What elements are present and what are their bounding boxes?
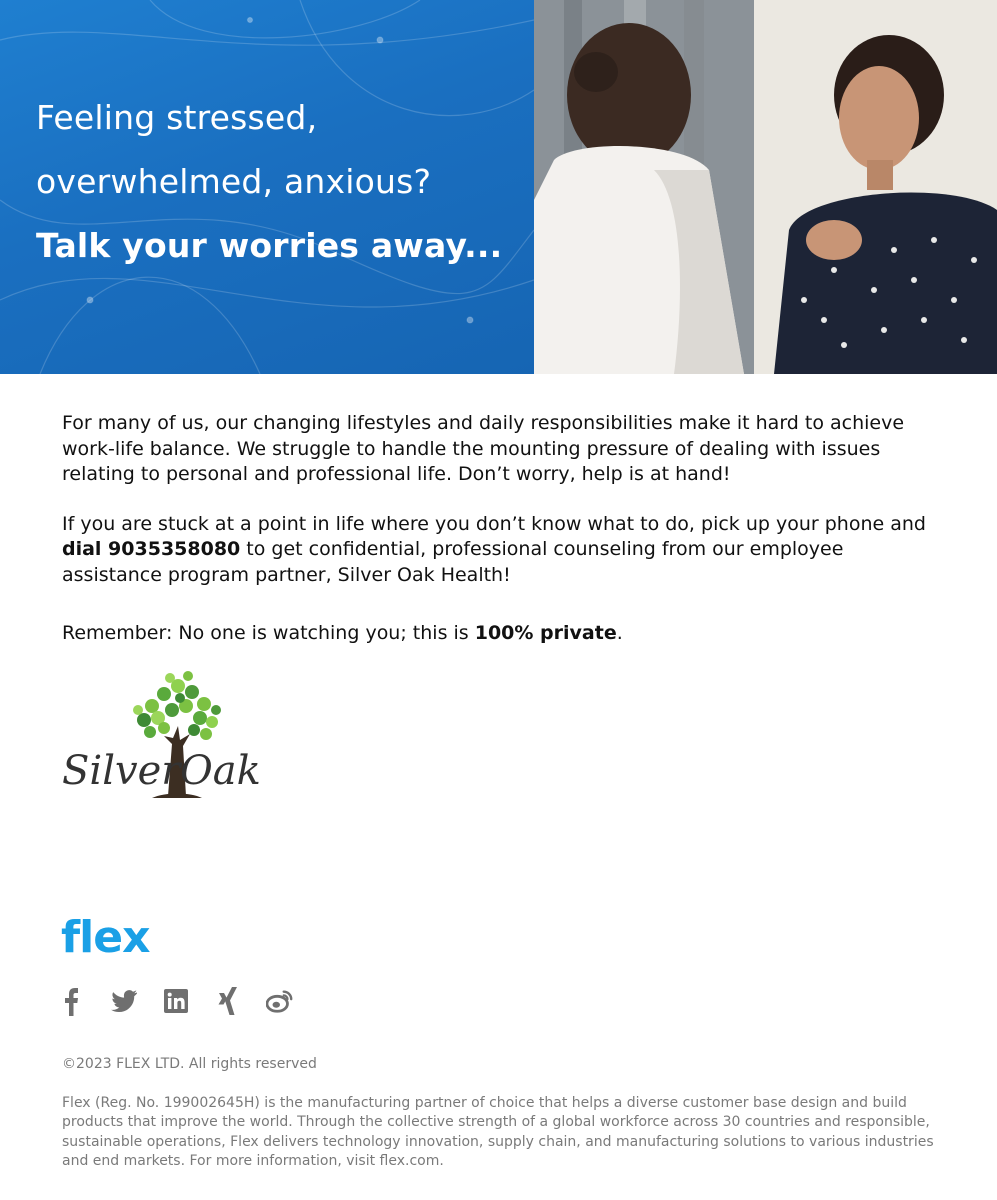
hero-line-1: Feeling stressed,: [36, 98, 318, 137]
paragraph-call-to-action: If you are stuck at a point in life wher…: [62, 512, 932, 589]
linkedin-icon[interactable]: [162, 984, 190, 1018]
email-page: Feeling stressed, overwhelmed, anxious? …: [0, 0, 997, 1200]
flex-logo[interactable]: flex: [61, 908, 150, 968]
logo-word-silver: Silver: [62, 748, 181, 794]
logo-word-oak: Oak: [180, 748, 261, 794]
paragraph-intro: For many of us, our changing lifestyles …: [62, 412, 905, 485]
privacy-text-start: Remember: No one is watching you; this i…: [62, 622, 475, 644]
privacy-emphasis: 100% private: [474, 622, 617, 644]
hero-line-2: overwhelmed, anxious?: [36, 162, 432, 201]
facebook-icon[interactable]: [58, 984, 86, 1018]
xing-icon[interactable]: [214, 984, 242, 1018]
hero-headline: Feeling stressed, overwhelmed, anxious? …: [36, 86, 502, 278]
silver-oak-logo: Silver Oak: [60, 666, 261, 806]
counseling-photo-illustration: [534, 0, 997, 374]
privacy-text-end: .: [616, 622, 623, 644]
twitter-icon[interactable]: [110, 984, 138, 1018]
paragraph-privacy: Remember: No one is watching you; this i…: [62, 621, 932, 647]
weibo-icon[interactable]: [266, 984, 294, 1018]
hero-photo: [534, 0, 997, 374]
hero-line-3: Talk your worries away...: [36, 226, 503, 265]
social-links: [58, 984, 294, 1018]
cta-text-start: If you are stuck at a point in life wher…: [62, 512, 926, 535]
message-body: For many of us, our changing lifestyles …: [62, 411, 932, 671]
hero-blue-panel: Feeling stressed, overwhelmed, anxious? …: [0, 0, 534, 374]
company-description: Flex (Reg. No. 199002645H) is the manufa…: [62, 1095, 934, 1169]
hero-banner: Feeling stressed, overwhelmed, anxious? …: [0, 0, 997, 374]
phone-number[interactable]: dial 9035358080: [62, 538, 240, 560]
copyright-notice: ©2023 FLEX LTD. All rights reserved: [62, 1056, 317, 1072]
